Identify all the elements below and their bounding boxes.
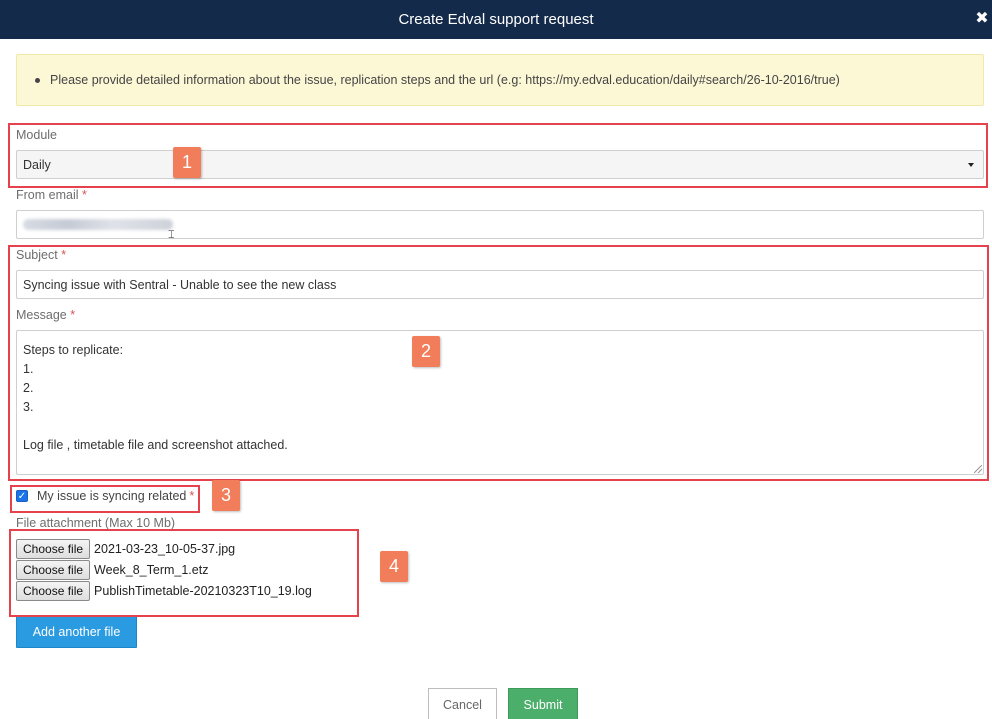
alert-text: Please provide detailed information abou… bbox=[50, 73, 840, 87]
annotation-badge-1: 1 bbox=[173, 147, 201, 178]
subject-label: Subject * bbox=[16, 248, 66, 262]
from-email-label: From email * bbox=[16, 188, 87, 202]
resize-handle-icon[interactable] bbox=[974, 465, 982, 473]
file-attachment-label: File attachment (Max 10 Mb) bbox=[16, 516, 176, 530]
add-another-file-button[interactable]: Add another file bbox=[16, 615, 137, 648]
subject-input[interactable]: Syncing issue with Sentral - Unable to s… bbox=[16, 270, 984, 299]
syncing-checkbox-label: My issue is syncing related bbox=[37, 489, 187, 503]
module-select-value: Daily bbox=[23, 157, 51, 172]
close-icon[interactable]: ✖ bbox=[974, 11, 990, 27]
module-label: Module bbox=[16, 128, 57, 142]
dialog-header: Create Edval support request ✖ bbox=[0, 0, 992, 39]
file-name: PublishTimetable-20210323T10_19.log bbox=[94, 584, 312, 598]
message-textarea[interactable]: Steps to replicate: 1. 2. 3. Log file , … bbox=[16, 330, 984, 475]
annotation-badge-2: 2 bbox=[412, 336, 440, 367]
from-email-field[interactable] bbox=[16, 210, 984, 239]
required-marker: * bbox=[61, 248, 67, 262]
bullet-icon bbox=[35, 77, 40, 83]
module-select[interactable]: Daily bbox=[16, 150, 984, 179]
cancel-button[interactable]: Cancel bbox=[428, 688, 497, 719]
syncing-checkbox-row[interactable]: ✓ My issue is syncing related * bbox=[16, 489, 194, 503]
file-row: Choose file Week_8_Term_1.etz bbox=[16, 560, 208, 580]
text-cursor-icon: ⌶ bbox=[168, 229, 175, 241]
file-name: Week_8_Term_1.etz bbox=[94, 563, 209, 577]
syncing-checkbox[interactable]: ✓ bbox=[16, 490, 28, 502]
redacted-email bbox=[23, 219, 173, 230]
file-row: Choose file 2021-03-23_10-05-37.jpg bbox=[16, 539, 235, 559]
required-marker: * bbox=[70, 308, 76, 322]
chevron-down-icon bbox=[968, 163, 974, 167]
annotation-badge-4: 4 bbox=[380, 551, 408, 582]
choose-file-button[interactable]: Choose file bbox=[16, 560, 91, 580]
required-marker: * bbox=[189, 489, 195, 503]
file-name: 2021-03-23_10-05-37.jpg bbox=[94, 542, 236, 556]
required-marker: * bbox=[82, 188, 87, 202]
submit-button[interactable]: Submit bbox=[508, 688, 578, 719]
message-label: Message * bbox=[16, 308, 75, 322]
subject-value: Syncing issue with Sentral - Unable to s… bbox=[23, 277, 337, 292]
subject-label-text: Subject bbox=[16, 248, 58, 262]
annotation-badge-3: 3 bbox=[212, 480, 240, 511]
message-label-text: Message bbox=[16, 308, 67, 322]
info-alert: Please provide detailed information abou… bbox=[16, 54, 984, 106]
choose-file-button[interactable]: Choose file bbox=[16, 539, 91, 559]
from-email-label-text: From email bbox=[16, 188, 79, 202]
dialog-title: Create Edval support request bbox=[398, 11, 594, 28]
file-row: Choose file PublishTimetable-20210323T10… bbox=[16, 581, 312, 601]
choose-file-button[interactable]: Choose file bbox=[16, 581, 91, 601]
